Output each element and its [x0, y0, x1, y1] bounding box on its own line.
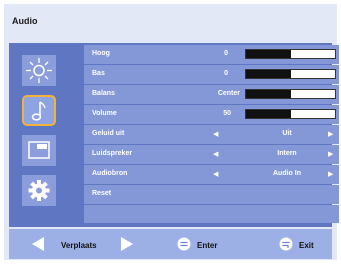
enter-label: Enter: [197, 241, 218, 250]
left-triangle-icon[interactable]: [31, 236, 45, 252]
row-value: Center: [217, 90, 240, 97]
menu-row-hoog[interactable]: Hoog 0: [84, 45, 339, 64]
right-arrow-icon[interactable]: ▶: [328, 130, 333, 138]
level-slider[interactable]: [245, 69, 336, 79]
exit-button-icon[interactable]: [279, 237, 293, 251]
menu-row-audiobron[interactable]: Audiobron ◀ Audio In ▶: [84, 165, 339, 184]
system-settings-tab[interactable]: [22, 175, 56, 206]
menu-row-reset[interactable]: Reset: [84, 185, 339, 204]
row-label: Balans: [92, 90, 115, 97]
title-bar: Audio: [4, 4, 337, 38]
left-arrow-icon[interactable]: ◀: [213, 130, 218, 138]
level-slider[interactable]: [245, 89, 336, 99]
gear-icon: [28, 180, 50, 201]
exit-label: Exit: [299, 241, 314, 250]
row-label: Volume: [92, 110, 117, 117]
brightness-icon: [26, 58, 52, 83]
menu-row-volume[interactable]: Volume 50: [84, 105, 339, 124]
row-label: Luidspreker: [92, 150, 133, 157]
menu-row-bas[interactable]: Bas 0: [84, 65, 339, 84]
right-arrow-icon[interactable]: ▶: [328, 150, 333, 158]
music-note-icon: [31, 101, 46, 121]
page-title: Audio: [12, 16, 38, 26]
left-arrow-icon[interactable]: ◀: [213, 170, 218, 178]
level-slider[interactable]: [245, 109, 336, 119]
row-label: Bas: [92, 70, 105, 77]
display-icon: [28, 141, 50, 159]
picture-settings-tab[interactable]: [22, 55, 56, 86]
row-value: 0: [224, 50, 228, 57]
row-value: 50: [223, 110, 231, 117]
option-value: Intern: [277, 150, 297, 157]
menu-row-geluid-uit[interactable]: Geluid uit ◀ Uit ▶: [84, 125, 339, 144]
row-label: Audiobron: [92, 170, 128, 177]
move-label: Verplaats: [61, 241, 97, 250]
enter-button-icon[interactable]: [177, 237, 191, 251]
footer-bar: Verplaats Enter Exit: [9, 229, 332, 259]
menu-row-luidspreker[interactable]: Luidspreker ◀ Intern ▶: [84, 145, 339, 164]
row-label: Hoog: [92, 50, 110, 57]
row-label: Reset: [92, 190, 112, 197]
row-value: 0: [224, 70, 228, 77]
audio-settings-tab[interactable]: [22, 95, 56, 126]
right-triangle-icon[interactable]: [120, 236, 134, 252]
menu-row-balans[interactable]: Balans Center: [84, 85, 339, 104]
right-arrow-icon[interactable]: ▶: [328, 170, 333, 178]
option-value: Audio In: [273, 170, 301, 177]
left-arrow-icon[interactable]: ◀: [213, 150, 218, 158]
display-settings-tab[interactable]: [22, 135, 56, 166]
menu-panel: Hoog 0 Bas 0 Balans Center Volume 50 Gel…: [9, 43, 339, 227]
level-slider[interactable]: [245, 49, 336, 59]
option-value: Uit: [282, 130, 292, 137]
row-label: Geluid uit: [92, 130, 125, 137]
menu-row-empty: [84, 205, 339, 223]
